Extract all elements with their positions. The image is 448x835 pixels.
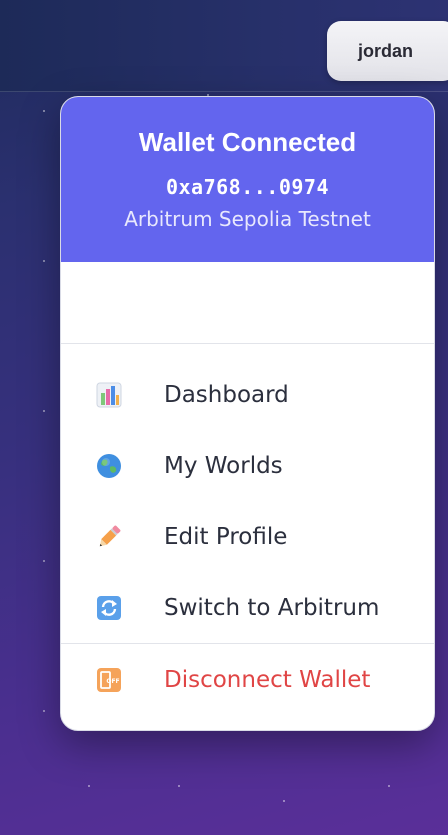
menu-item-label: Switch to Arbitrum xyxy=(164,595,380,621)
bar-chart-icon xyxy=(95,381,123,409)
wallet-address: 0xa768...0974 xyxy=(165,175,330,199)
menu-item-label: Edit Profile xyxy=(164,524,288,550)
background-star xyxy=(43,560,45,562)
pencil-icon xyxy=(95,523,123,551)
background-star xyxy=(43,260,45,262)
svg-text:OFF: OFF xyxy=(106,678,119,685)
disconnect-wallet-label: Disconnect Wallet xyxy=(164,667,371,693)
power-off-icon: OFF xyxy=(95,666,123,694)
background-star xyxy=(88,785,90,787)
background-star xyxy=(43,110,45,112)
background-star xyxy=(178,785,180,787)
menu-item-dashboard[interactable]: Dashboard xyxy=(61,365,434,425)
wallet-network-name: Arbitrum Sepolia Testnet xyxy=(124,207,371,231)
wallet-status-title: Wallet Connected xyxy=(138,127,357,157)
menu-item-label: My Worlds xyxy=(164,453,283,479)
menu-divider xyxy=(61,343,434,344)
switch-arrows-icon xyxy=(95,594,123,622)
wallet-status-header: Wallet Connected 0xa768...0974 Arbitrum … xyxy=(61,97,434,262)
top-navigation-bar: jordan xyxy=(0,0,448,92)
menu-item-switch-network[interactable]: Switch to Arbitrum xyxy=(61,578,434,638)
wallet-balance-area xyxy=(61,262,434,343)
globe-icon xyxy=(95,452,123,480)
background-star xyxy=(283,800,285,802)
wallet-dropdown-menu: Wallet Connected 0xa768...0974 Arbitrum … xyxy=(60,96,435,731)
menu-item-label: Dashboard xyxy=(164,382,289,408)
background-star xyxy=(43,410,45,412)
user-name-label: jordan xyxy=(358,40,414,61)
background-star xyxy=(43,710,45,712)
user-menu-button[interactable]: jordan xyxy=(327,21,448,81)
background-star xyxy=(388,785,390,787)
disconnect-wallet-button[interactable]: OFF Disconnect Wallet xyxy=(61,650,434,710)
menu-item-my-worlds[interactable]: My Worlds xyxy=(61,436,434,496)
menu-divider xyxy=(61,643,434,644)
menu-item-edit-profile[interactable]: Edit Profile xyxy=(61,507,434,567)
